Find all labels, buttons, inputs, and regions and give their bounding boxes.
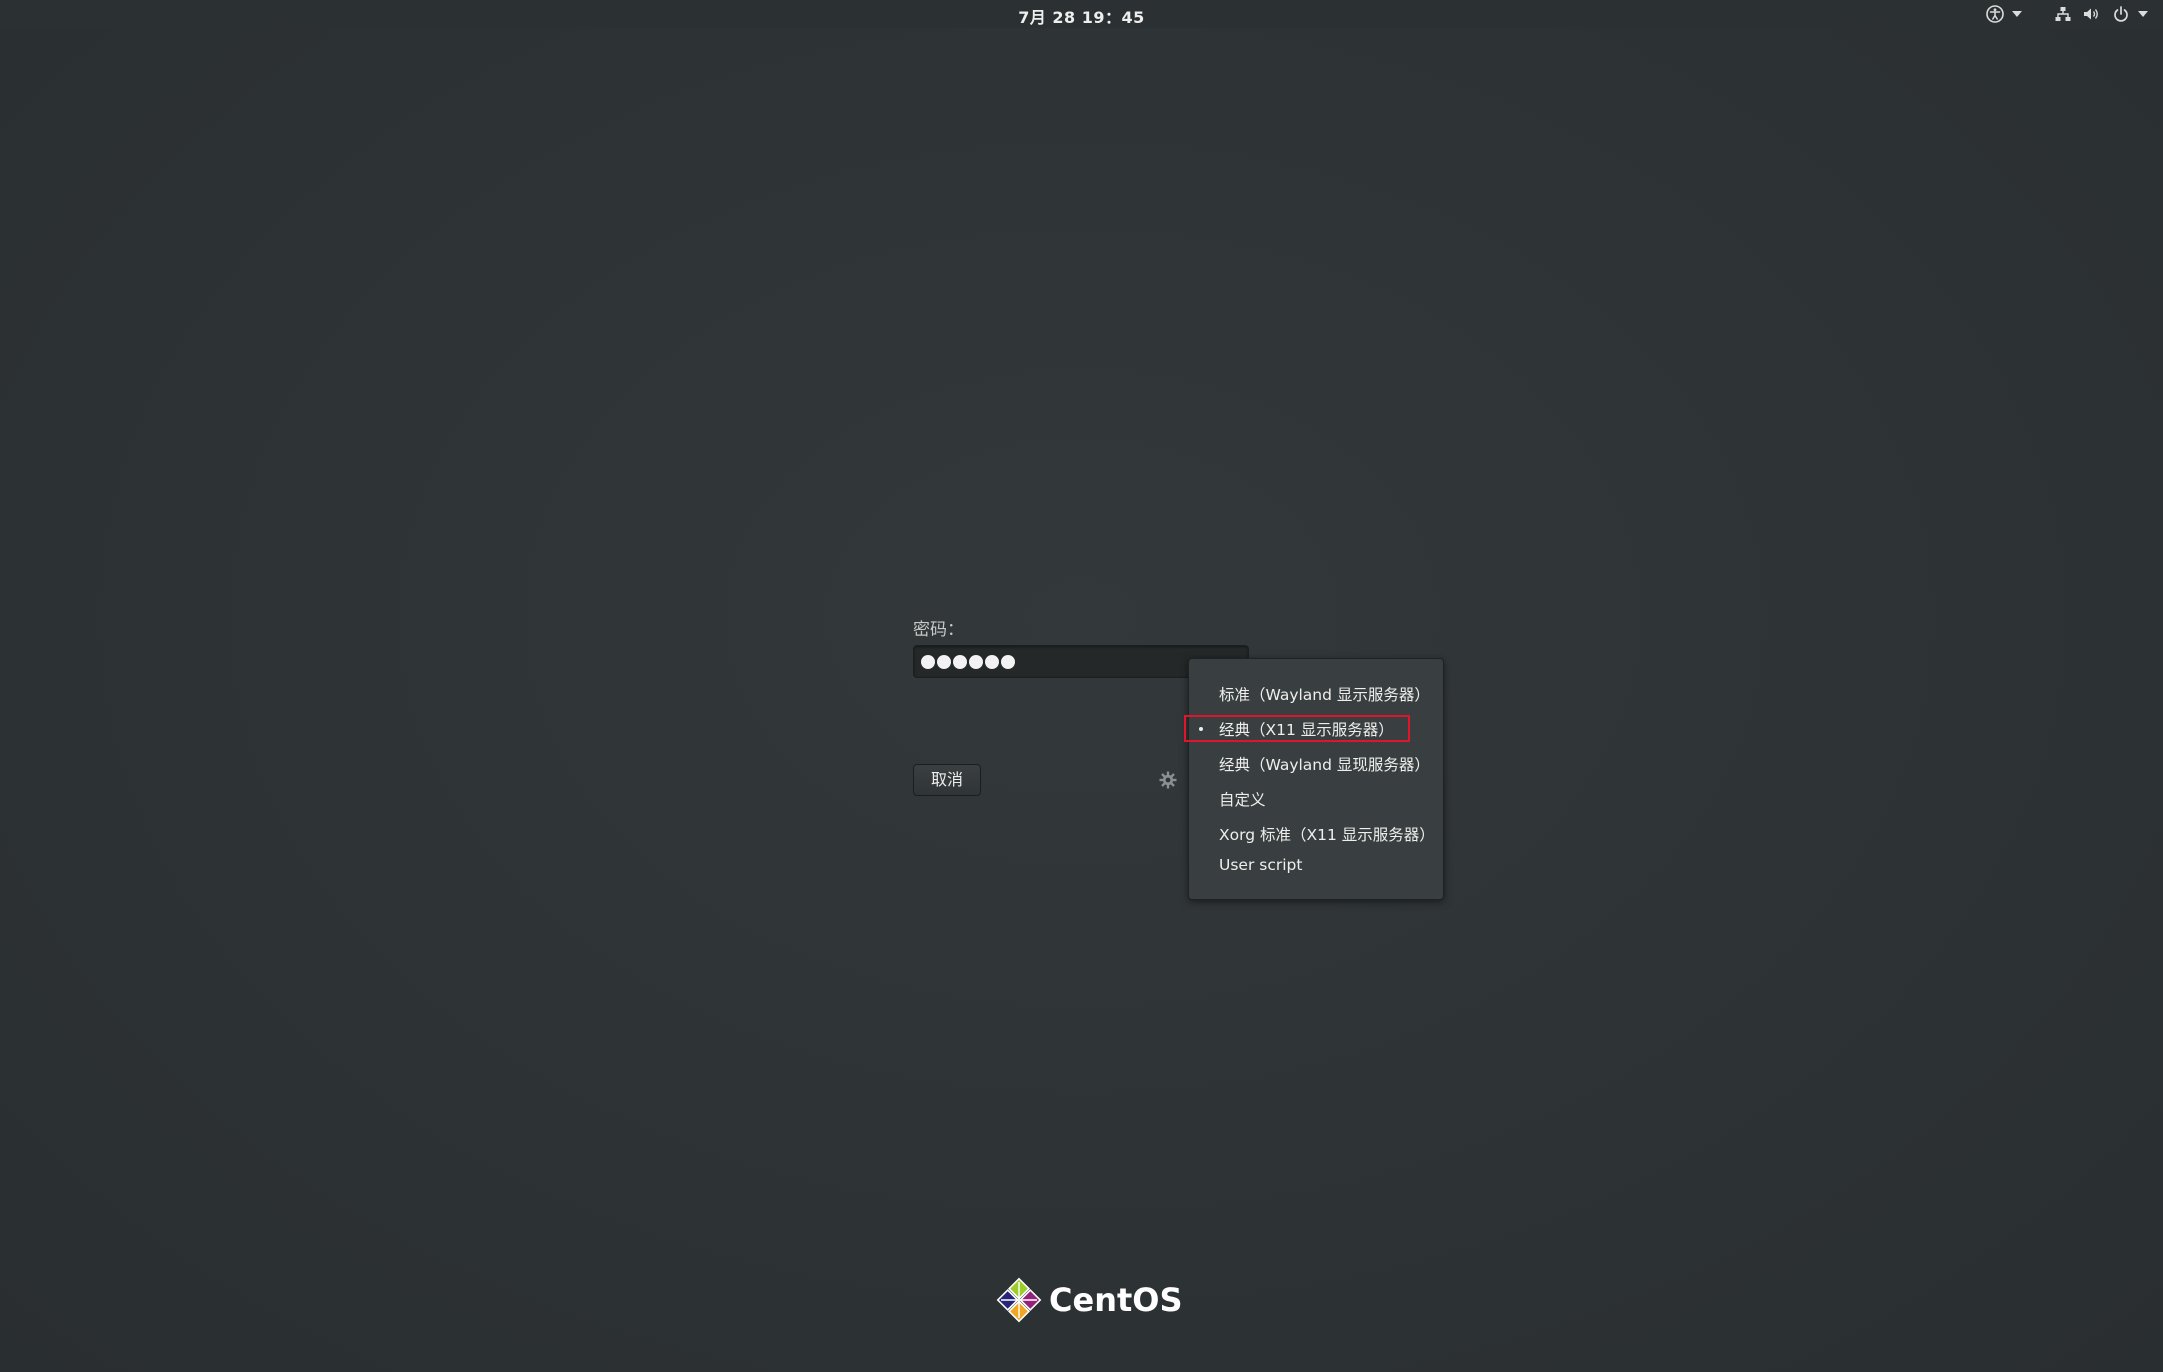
password-dot — [937, 654, 951, 669]
accessibility-menu[interactable] — [1986, 3, 2022, 25]
session-item-user-script[interactable]: User script — [1219, 856, 1302, 874]
session-item-xorg-standard[interactable]: Xorg 标准（X11 显示服务器） — [1219, 823, 1435, 845]
password-dot — [1001, 654, 1015, 669]
cancel-button[interactable]: 取消 — [913, 764, 981, 796]
volume-icon — [2082, 5, 2100, 23]
power-icon — [2112, 5, 2130, 23]
session-settings-button[interactable] — [1158, 770, 1178, 790]
session-item-classic-wayland[interactable]: 经典（Wayland 显现服务器） — [1219, 753, 1430, 775]
gear-icon — [1159, 771, 1177, 789]
session-menu: 标准（Wayland 显示服务器） 经典（X11 显示服务器） 经典（Wayla… — [1188, 658, 1444, 900]
chevron-down-icon — [2138, 11, 2148, 17]
network-icon — [2054, 5, 2072, 23]
password-label: 密码： — [913, 620, 964, 640]
top-bar: 7月 28 19：45 — [0, 0, 2163, 28]
clock[interactable]: 7月 28 19：45 — [1000, 4, 1163, 28]
centos-logo-icon — [996, 1277, 1042, 1323]
password-dot — [969, 654, 983, 669]
centos-logo: CentOS — [995, 1276, 1183, 1324]
password-dot — [985, 654, 999, 669]
session-item-custom[interactable]: 自定义 — [1219, 788, 1266, 810]
centos-logo-text: CentOS — [1049, 1281, 1183, 1319]
password-dot — [921, 654, 935, 669]
chevron-down-icon — [2012, 11, 2022, 17]
selection-highlight-box — [1184, 715, 1410, 742]
password-dot — [953, 654, 967, 669]
session-item-standard-wayland[interactable]: 标准（Wayland 显示服务器） — [1219, 683, 1430, 705]
accessibility-icon — [1986, 5, 2004, 23]
system-menu[interactable] — [2054, 3, 2148, 25]
